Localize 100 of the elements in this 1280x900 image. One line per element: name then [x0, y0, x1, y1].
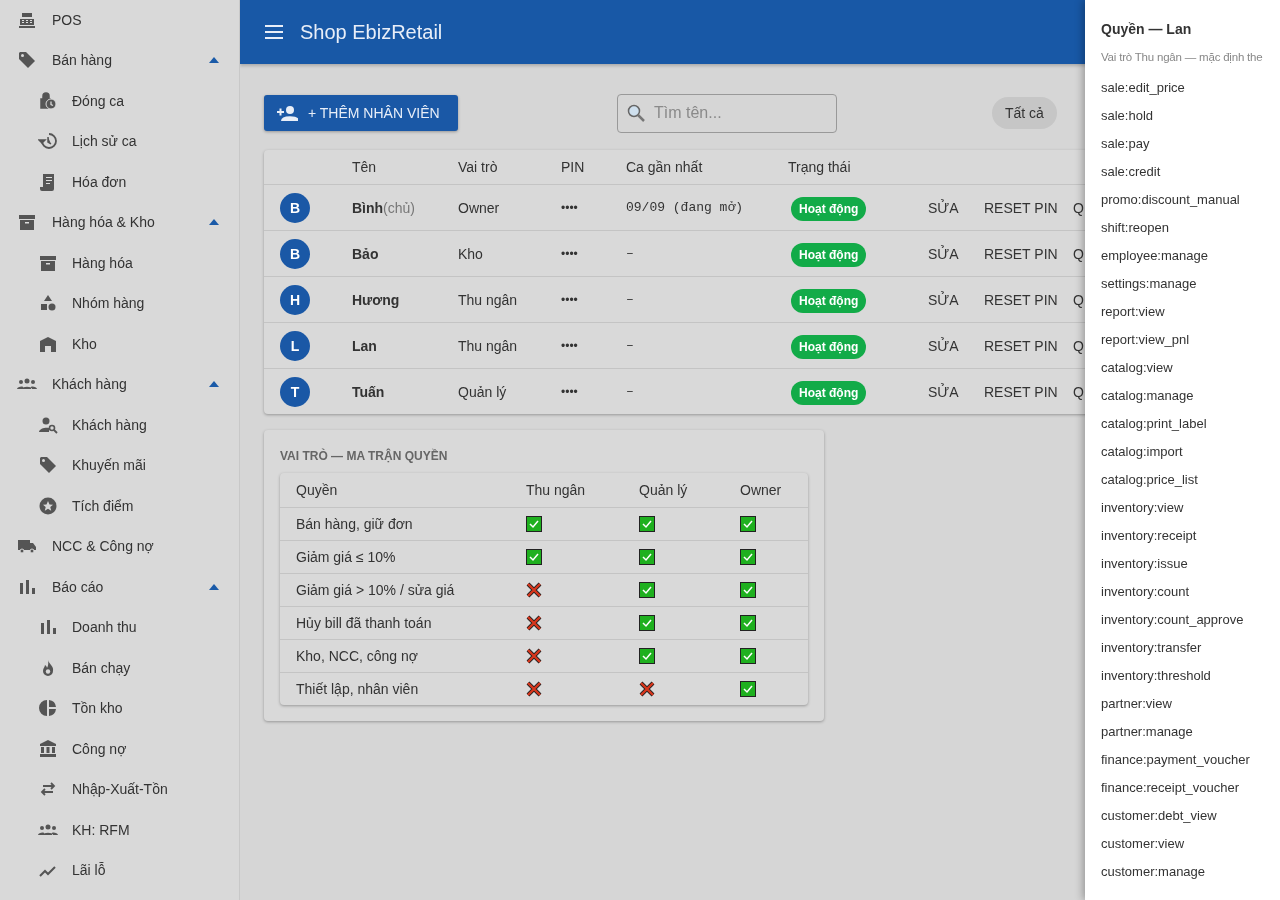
drawer-subtitle: Vai trò Thu ngân — mặc định the	[1101, 51, 1263, 63]
search-icon	[627, 103, 645, 122]
permission-item: sale:credit	[1101, 164, 1161, 180]
table-cell-text: –	[626, 338, 635, 353]
sidebar-item[interactable]: Khuyến mãi	[0, 445, 239, 486]
action-link[interactable]: Q	[1073, 199, 1084, 216]
permission-item: customer:view	[1101, 836, 1185, 852]
action-link[interactable]: SỬA	[928, 337, 959, 354]
permission-item: catalog:import	[1101, 444, 1183, 460]
action-link[interactable]: RESET PIN	[984, 245, 1058, 262]
person-add-icon	[276, 105, 298, 121]
sidebar-item[interactable]: Đóng ca	[0, 80, 239, 121]
archive-box-icon	[17, 212, 37, 233]
table-cell-text: 09/09 (đang mở)	[626, 200, 745, 215]
sidebar-item[interactable]: KH: RFM	[0, 809, 239, 850]
action-link[interactable]: SỬA	[928, 383, 959, 400]
pin-mask: ••••	[561, 292, 579, 307]
status-badge: Hoạt động	[791, 334, 867, 359]
action-link[interactable]: RESET PIN	[984, 337, 1058, 354]
action-link[interactable]: Q	[1073, 337, 1084, 354]
sidebar-item[interactable]: Hàng hóa	[0, 242, 239, 283]
permission-label: Giảm giá > 10% / sửa giá	[296, 582, 456, 598]
action-link[interactable]: RESET PIN	[984, 383, 1058, 400]
permission-item: catalog:print_label	[1101, 416, 1207, 432]
sidebar-item[interactable]: POS	[0, 0, 239, 40]
sidebar-item[interactable]: Tồn kho	[0, 688, 239, 729]
action-link[interactable]: Q	[1073, 291, 1084, 308]
sidebar-item[interactable]: Hàng hóa & Kho	[0, 202, 239, 243]
action-link[interactable]: RESET PIN	[984, 291, 1058, 308]
permission-item: report:view_pnl	[1101, 332, 1190, 348]
table-cell-text: –	[626, 246, 635, 261]
pie-chart-icon	[38, 698, 58, 719]
sidebar-item[interactable]: Bán chạy	[0, 647, 239, 688]
section-title: VAI TRÒ — MA TRẬN QUYỀN	[280, 449, 449, 463]
action-link[interactable]: SỬA	[928, 291, 959, 308]
permission-label: Thiết lập, nhân viên	[296, 681, 420, 697]
permission-item: catalog:view	[1101, 360, 1173, 376]
sidebar-item[interactable]: Lãi lỗ	[0, 850, 239, 891]
sidebar-item[interactable]: Khách hàng	[0, 364, 239, 405]
employee-name: Bình(chủ)	[352, 199, 416, 216]
action-link[interactable]: SỬA	[928, 245, 959, 262]
table-cell-text: –	[626, 292, 635, 307]
status-badge: Hoạt động	[791, 196, 867, 221]
avatar: B	[280, 238, 310, 269]
action-link[interactable]: SỬA	[928, 199, 959, 216]
permission-item: partner:manage	[1101, 724, 1193, 740]
permission-label: Kho, NCC, công nợ	[296, 648, 419, 664]
column-header: Owner	[740, 482, 783, 498]
column-header: Ca gần nhất	[626, 159, 704, 175]
sidebar-item[interactable]: Nhóm hàng	[0, 283, 239, 324]
sidebar-item[interactable]: Kho	[0, 323, 239, 364]
app-title: Shop EbizRetail	[300, 20, 443, 44]
sidebar-item[interactable]: Doanh thu	[0, 607, 239, 648]
column-header: Tên	[352, 159, 378, 175]
permission-item: partner:view	[1101, 696, 1172, 712]
bank-icon	[38, 738, 58, 759]
sidebar-item[interactable]: Tích điểm	[0, 485, 239, 526]
table-cell-text: Thu ngân	[458, 291, 519, 308]
sidebar-item[interactable]: Nhập-Xuất-Tồn	[0, 769, 239, 810]
table-cell-text: –	[626, 384, 635, 399]
permission-item: report:view	[1101, 304, 1165, 320]
permission-item: employee:manage	[1101, 248, 1208, 264]
filter-chip[interactable]: Tất cả	[992, 97, 1057, 129]
pin-mask: ••••	[561, 338, 579, 353]
permission-item: finance:payment_voucher	[1101, 752, 1250, 768]
employee-name: Hương	[352, 291, 401, 308]
permission-item: inventory:view	[1101, 500, 1184, 516]
sidebar-item[interactable]: Báo cáo	[0, 566, 239, 607]
table-cell-text: Owner	[458, 199, 501, 216]
menu-icon[interactable]	[264, 24, 284, 40]
add-employee-button[interactable]: + THÊM NHÂN VIÊN	[264, 95, 458, 131]
permission-item: catalog:manage	[1101, 388, 1194, 404]
action-link[interactable]: RESET PIN	[984, 199, 1058, 216]
permission-item: shift:reopen	[1101, 220, 1169, 236]
permission-item: inventory:count_approve	[1101, 612, 1244, 628]
column-header: Thu ngân	[526, 482, 587, 498]
search-field[interactable]: Tìm tên...	[617, 93, 837, 133]
permission-item: customer:manage	[1101, 864, 1206, 880]
sidebar-item[interactable]: Bán hàng	[0, 40, 239, 81]
permission-item: inventory:issue	[1101, 556, 1188, 572]
drawer-title: Quyền — Lan	[1101, 21, 1192, 37]
permission-item: settings:manage	[1101, 276, 1197, 292]
avatar: T	[280, 376, 310, 407]
permission-item: inventory:count	[1101, 584, 1190, 600]
table-cell-text: Quản lý	[458, 383, 508, 400]
sidebar-item[interactable]: NCC & Công nợ	[0, 526, 239, 567]
sidebar-item[interactable]: Hóa đơn	[0, 161, 239, 202]
column-header: Trạng thái	[788, 159, 852, 175]
sidebar-item[interactable]: Lịch sử ca	[0, 121, 239, 162]
pin-mask: ••••	[561, 384, 579, 399]
permission-item: promo:discount_manual	[1101, 192, 1240, 208]
permission-item: catalog:price_list	[1101, 472, 1198, 488]
column-header: Quản lý	[639, 482, 689, 498]
status-badge: Hoạt động	[791, 380, 867, 405]
sidebar-item[interactable]: Khách hàng	[0, 404, 239, 445]
action-link[interactable]: Q	[1073, 383, 1084, 400]
sidebar-item[interactable]: Công nợ	[0, 728, 239, 769]
column-header: Quyền	[296, 482, 339, 498]
employee-name: Tuấn	[352, 383, 386, 400]
action-link[interactable]: Q	[1073, 245, 1084, 262]
